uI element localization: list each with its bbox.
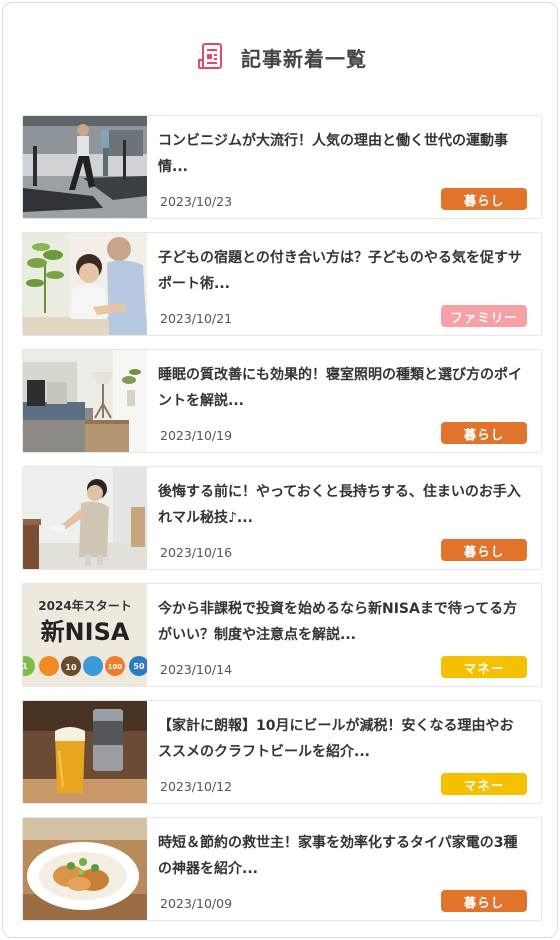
article-date: 2023/10/09	[160, 896, 233, 911]
section-title: 記事新着一覧	[241, 46, 367, 71]
article-card[interactable]: 睡眠の質改善にも効果的！寝室照明の種類と選び方のポイントを解説... 2023/…	[22, 349, 542, 453]
article-thumbnail[interactable]	[23, 116, 147, 218]
article-date: 2023/10/12	[160, 779, 233, 794]
article-card[interactable]: 後悔する前に！やっておくと長持ちする、住まいのお手入れマル秘技♪... 2023…	[22, 466, 542, 570]
coin-label: 50	[133, 662, 145, 671]
article-date: 2023/10/16	[160, 545, 233, 560]
category-badge[interactable]: 暮らし	[441, 422, 527, 444]
article-card[interactable]: 時短＆節約の救世主！家事を効率化するタイパ家電の3種の神器を紹介... 2023…	[22, 817, 542, 921]
article-title[interactable]: 今から非課税で投資を始めるなら新NISAまで待ってる方がいい？制度や注意点を解説…	[158, 596, 527, 648]
article-card[interactable]: 【家計に朗報】10月にビールが減税！安くなる理由やおススメのクラフトビールを紹介…	[22, 700, 542, 804]
category-badge[interactable]: 暮らし	[441, 890, 527, 912]
article-card[interactable]: 2024年スタート 新NISA 10 100 50 1 今から非課税で投資を始め…	[22, 583, 542, 687]
category-badge[interactable]: ファミリー	[441, 305, 527, 327]
article-title[interactable]: 睡眠の質改善にも効果的！寝室照明の種類と選び方のポイントを解説...	[158, 362, 527, 414]
article-list: コンビニジムが大流行！人気の理由と働く世代の運動事情... 2023/10/23…	[22, 115, 542, 934]
article-thumbnail[interactable]	[23, 350, 147, 452]
article-title[interactable]: 時短＆節約の救世主！家事を効率化するタイパ家電の3種の神器を紹介...	[158, 830, 527, 882]
article-thumbnail[interactable]	[23, 701, 147, 803]
article-thumbnail[interactable]	[23, 818, 147, 920]
article-date: 2023/10/23	[160, 194, 233, 209]
document-icon	[198, 43, 222, 69]
article-thumbnail[interactable]	[23, 467, 147, 569]
category-badge[interactable]: マネー	[441, 656, 527, 678]
coin-label: 1	[23, 662, 28, 671]
article-card[interactable]: コンビニジムが大流行！人気の理由と働く世代の運動事情... 2023/10/23…	[22, 115, 542, 219]
coin-label: 100	[108, 663, 123, 671]
nisa-title: 新NISA	[41, 618, 130, 646]
article-thumbnail[interactable]	[23, 233, 147, 335]
category-badge[interactable]: 暮らし	[441, 539, 527, 561]
article-date: 2023/10/21	[160, 311, 233, 326]
article-date: 2023/10/19	[160, 428, 233, 443]
article-title[interactable]: コンビニジムが大流行！人気の理由と働く世代の運動事情...	[158, 128, 527, 180]
section-header: 記事新着一覧	[3, 37, 559, 77]
article-date: 2023/10/14	[160, 662, 233, 677]
article-title[interactable]: 子どもの宿題との付き合い方は？子どものやる気を促すサポート術...	[158, 245, 527, 297]
latest-articles-panel: 記事新着一覧 コンビニジムが大流行！人気の理由と働く世代の運動事情... 202…	[2, 2, 558, 938]
nisa-heading: 2024年スタート	[38, 598, 131, 613]
coin-label: 10	[65, 663, 77, 672]
article-title[interactable]: 後悔する前に！やっておくと長持ちする、住まいのお手入れマル秘技♪...	[158, 479, 527, 531]
category-badge[interactable]: マネー	[441, 773, 527, 795]
article-title[interactable]: 【家計に朗報】10月にビールが減税！安くなる理由やおススメのクラフトビールを紹介…	[158, 713, 527, 765]
article-thumbnail[interactable]: 2024年スタート 新NISA 10 100 50 1	[23, 584, 147, 686]
category-badge[interactable]: 暮らし	[441, 188, 527, 210]
article-card[interactable]: 子どもの宿題との付き合い方は？子どものやる気を促すサポート術... 2023/1…	[22, 232, 542, 336]
